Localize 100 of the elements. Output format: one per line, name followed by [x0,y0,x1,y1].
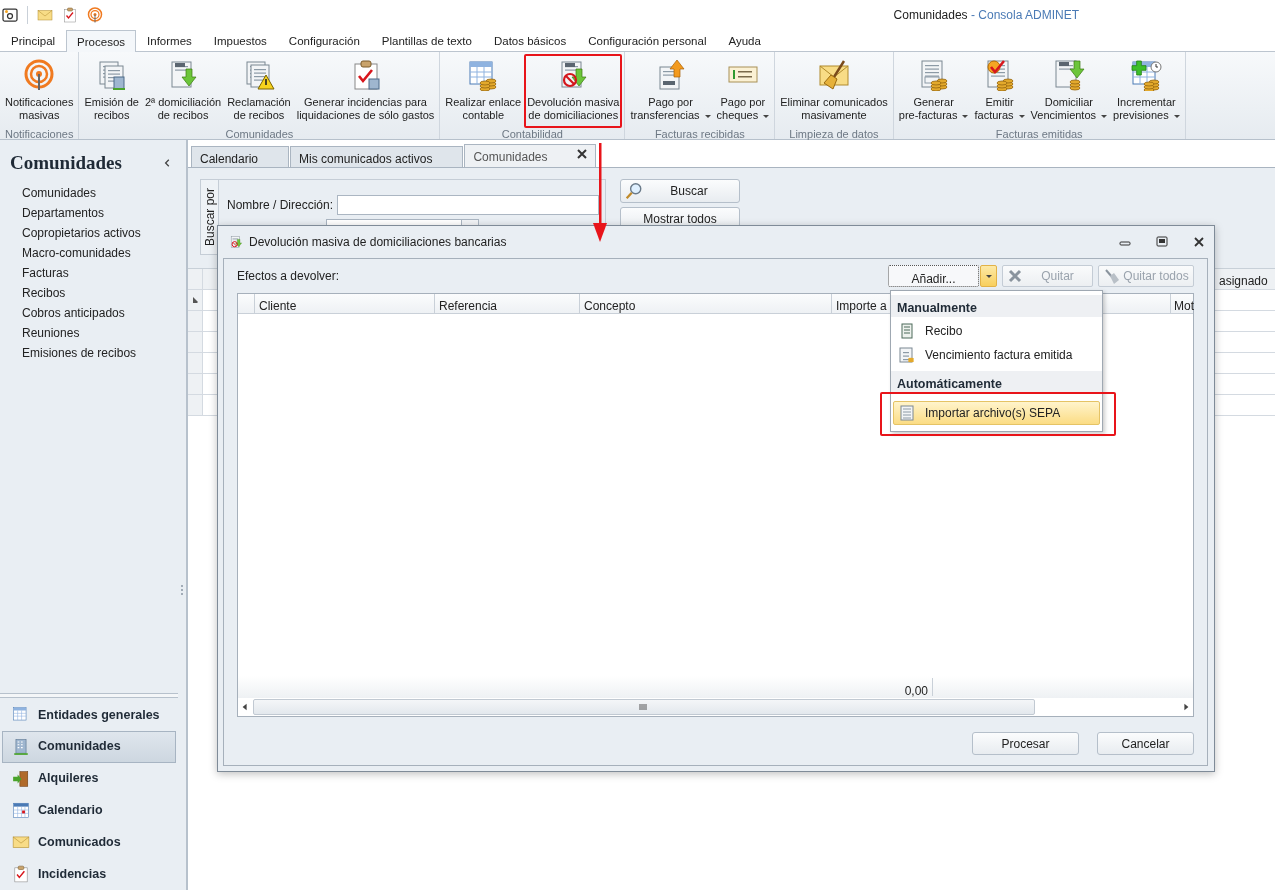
input-field[interactable] [337,195,600,215]
ribbon-button[interactable]: Eliminar comunicados masivamente [777,54,891,128]
grip-icon [639,702,649,712]
nav-link[interactable]: Facturas [22,262,186,283]
nav-link[interactable]: Reuniones [22,322,186,343]
ribbon-button[interactable]: Reclamación de recibos [224,54,294,128]
building-icon [12,737,30,756]
dialog-title: Devolución masiva de domiciliaciones bancarias [249,234,508,251]
nav-link[interactable]: Departamentos [22,202,186,223]
ribbon-button[interactable]: Incrementar previsiones [1110,54,1183,128]
field-label: Nombre / Dirección: [227,197,334,214]
nav-link[interactable]: Macro-comunidades [22,242,186,263]
document-icon [899,405,915,421]
nav-link[interactable]: Emisiones de recibos [22,342,186,363]
envelope-broom-icon [817,59,850,91]
group-label: Limpieza de datos [788,128,880,140]
clipboard-check-icon[interactable] [62,7,78,23]
ribbon-tab[interactable]: Impuestos [202,30,278,51]
app-icon[interactable] [2,7,18,23]
ribbon-button[interactable]: Notificaciones masivas [2,54,77,128]
close-button[interactable] [577,148,588,159]
antenna-icon [23,59,56,91]
module-button[interactable]: Incidencias [0,858,186,890]
ribbon-button[interactable]: Realizar enlace contable [442,54,525,128]
group-label: Contabilidad [500,128,564,140]
close-icon [1192,236,1205,248]
ribbon-tab[interactable]: Configuración [277,30,371,51]
column-header: Mot [1173,298,1193,313]
menu-item[interactable]: Vencimiento factura emitida [893,343,1100,367]
ribbon-button[interactable]: Devolución masiva de domiciliaciones [524,54,623,128]
menu-section-header: Manualmente [891,295,1102,317]
module-button[interactable]: Calendario [0,794,186,827]
broom-icon [1103,268,1119,284]
ribbon-button[interactable]: 2ª domiciliación de recibos [141,54,225,128]
search-button[interactable]: Buscar [620,179,740,203]
prohibited-document-icon [229,235,243,249]
calendar-icon [12,801,30,820]
ribbon-tab[interactable]: Datos básicos [482,30,578,51]
column-header: Concepto [580,294,832,313]
group-label: Notificaciones [4,128,75,140]
window-title: Comunidades - Consola ADMINET [893,7,1079,24]
row-pointer-icon [192,297,198,303]
total-value: 0,00 [238,678,933,696]
nav-link[interactable]: Recibos [22,282,186,303]
module-button[interactable]: Comunidades [2,730,176,763]
ribbon-button[interactable]: Generar incidencias para liquidaciones de sólo gastos [293,54,438,128]
ribbon-button[interactable]: Domiciliar Vencimientos [1027,54,1111,128]
chevron-icon[interactable] [164,159,172,168]
download-invoice-icon [1052,59,1085,91]
document-tab[interactable]: Comunidades [464,144,597,167]
menu-item[interactable]: Importar archivo(s) SEPA [893,401,1100,425]
ribbon-button[interactable]: Generar pre-facturas [895,54,972,128]
column-header: Referencia [435,294,580,313]
ribbon-button[interactable]: Pago por transferencias [627,54,714,128]
menu-section-header: Automáticamente [891,371,1102,393]
ribbon-tab[interactable]: Configuración personal [577,30,718,51]
clipboard-check-icon [12,865,30,884]
menu-item[interactable]: Recibo [893,319,1100,343]
envelope-icon[interactable] [37,7,53,23]
ribbon-tab[interactable]: Informes [136,30,203,51]
plus-clock-icon [1130,59,1163,91]
process-button[interactable]: Procesar [972,732,1079,755]
cross-icon [1007,268,1023,284]
nav-link[interactable]: Cobros anticipados [22,302,186,323]
toolbar-button[interactable]: Añadir... [888,265,979,287]
ribbon-tab[interactable]: Principal [0,30,67,51]
list-label: Efectos a devolver: [237,268,341,285]
nav-link[interactable]: Comunidades [22,182,186,203]
group-label: Facturas emitidas [994,128,1084,140]
cancel-button[interactable]: Cancelar [1097,732,1194,755]
column-header: asignado [1218,273,1269,289]
document-tab[interactable]: Mis comunicados activos [290,146,464,167]
module-button[interactable]: Alquileres [0,762,186,795]
antenna-icon[interactable] [87,7,103,23]
ribbon-button[interactable]: Emitir facturas [971,54,1028,128]
ribbon-tab[interactable]: Plantillas de texto [370,30,483,51]
module-button[interactable]: Entidades generales [0,699,186,731]
document-tab[interactable]: Calendario [191,146,290,167]
column-header: Cliente [255,294,435,313]
ribbon-button[interactable]: Pago por cheques [713,54,773,128]
panel-label: Buscar por [201,188,218,246]
maximize-icon [1155,236,1168,248]
door-icon [12,769,30,788]
left-arrow-icon [241,703,249,711]
ribbon-button[interactable]: Emisión de recibos [81,54,142,128]
invoice-coins-icon [899,347,915,363]
group-label: Comunidades [224,128,295,140]
close-icon [577,149,588,159]
group-label: Facturas recibidas [653,128,746,140]
ribbon-tab[interactable]: Procesos [66,30,137,52]
table-icon [12,705,30,724]
panel-title: Comunidades [10,151,122,175]
ribbon-tab[interactable]: Ayuda [717,30,772,51]
module-button[interactable]: Comunicados [0,826,186,859]
right-arrow-icon [1182,703,1190,711]
dropdown-button[interactable] [980,265,997,287]
search-icon [625,182,643,200]
splitter-grip-icon[interactable] [180,584,184,596]
nav-link[interactable]: Copropietarios activos [22,222,186,243]
receipt-icon [899,323,915,339]
